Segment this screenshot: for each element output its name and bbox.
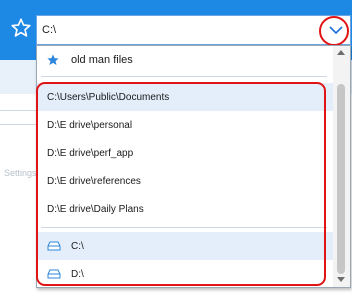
list-separator — [41, 76, 327, 77]
scroll-thumb[interactable] — [337, 84, 345, 274]
recent-path-item[interactable]: D:\E drive\personal — [37, 111, 333, 139]
scroll-down-arrow-icon[interactable] — [337, 277, 345, 282]
star-icon — [47, 54, 59, 66]
recent-path-label: D:\E drive\Daily Plans — [47, 204, 144, 215]
list-separator — [41, 227, 327, 228]
favorite-item-label: old man files — [71, 54, 133, 66]
bg-divider — [0, 124, 40, 125]
address-dropdown-list: old man files C:\Users\Public\Documents … — [36, 45, 351, 288]
vertical-scrollbar[interactable] — [333, 46, 350, 287]
drive-label: C:\ — [71, 241, 84, 252]
drive-label: D:\ — [71, 269, 84, 280]
dropdown-toggle-button[interactable] — [322, 17, 350, 43]
recent-path-label: D:\E drive\perf_app — [47, 148, 134, 159]
recent-path-item[interactable]: D:\E drive\references — [37, 167, 333, 195]
drive-item-c[interactable]: C:\ — [37, 232, 333, 260]
recent-path-item[interactable]: C:\Users\Public\Documents — [37, 83, 333, 111]
recent-path-item[interactable]: D:\E drive\perf_app — [37, 139, 333, 167]
address-combobox[interactable]: C:\ — [36, 15, 351, 45]
recent-path-label: D:\E drive\references — [47, 176, 141, 187]
bg-hidden-text: Settings — [4, 168, 37, 178]
favorites-star-icon[interactable] — [10, 17, 32, 39]
bg-divider — [0, 110, 40, 111]
scroll-up-arrow-icon[interactable] — [337, 50, 345, 55]
address-value[interactable]: C:\ — [42, 24, 56, 36]
drive-icon — [47, 241, 61, 251]
drive-icon — [47, 269, 61, 279]
recent-path-item[interactable]: D:\E drive\Daily Plans — [37, 195, 333, 223]
recent-path-label: C:\Users\Public\Documents — [47, 92, 170, 103]
drive-item-d[interactable]: D:\ — [37, 260, 333, 288]
recent-path-label: D:\E drive\personal — [47, 120, 133, 131]
favorite-item[interactable]: old man files — [37, 46, 333, 74]
chevron-down-icon — [329, 26, 343, 34]
